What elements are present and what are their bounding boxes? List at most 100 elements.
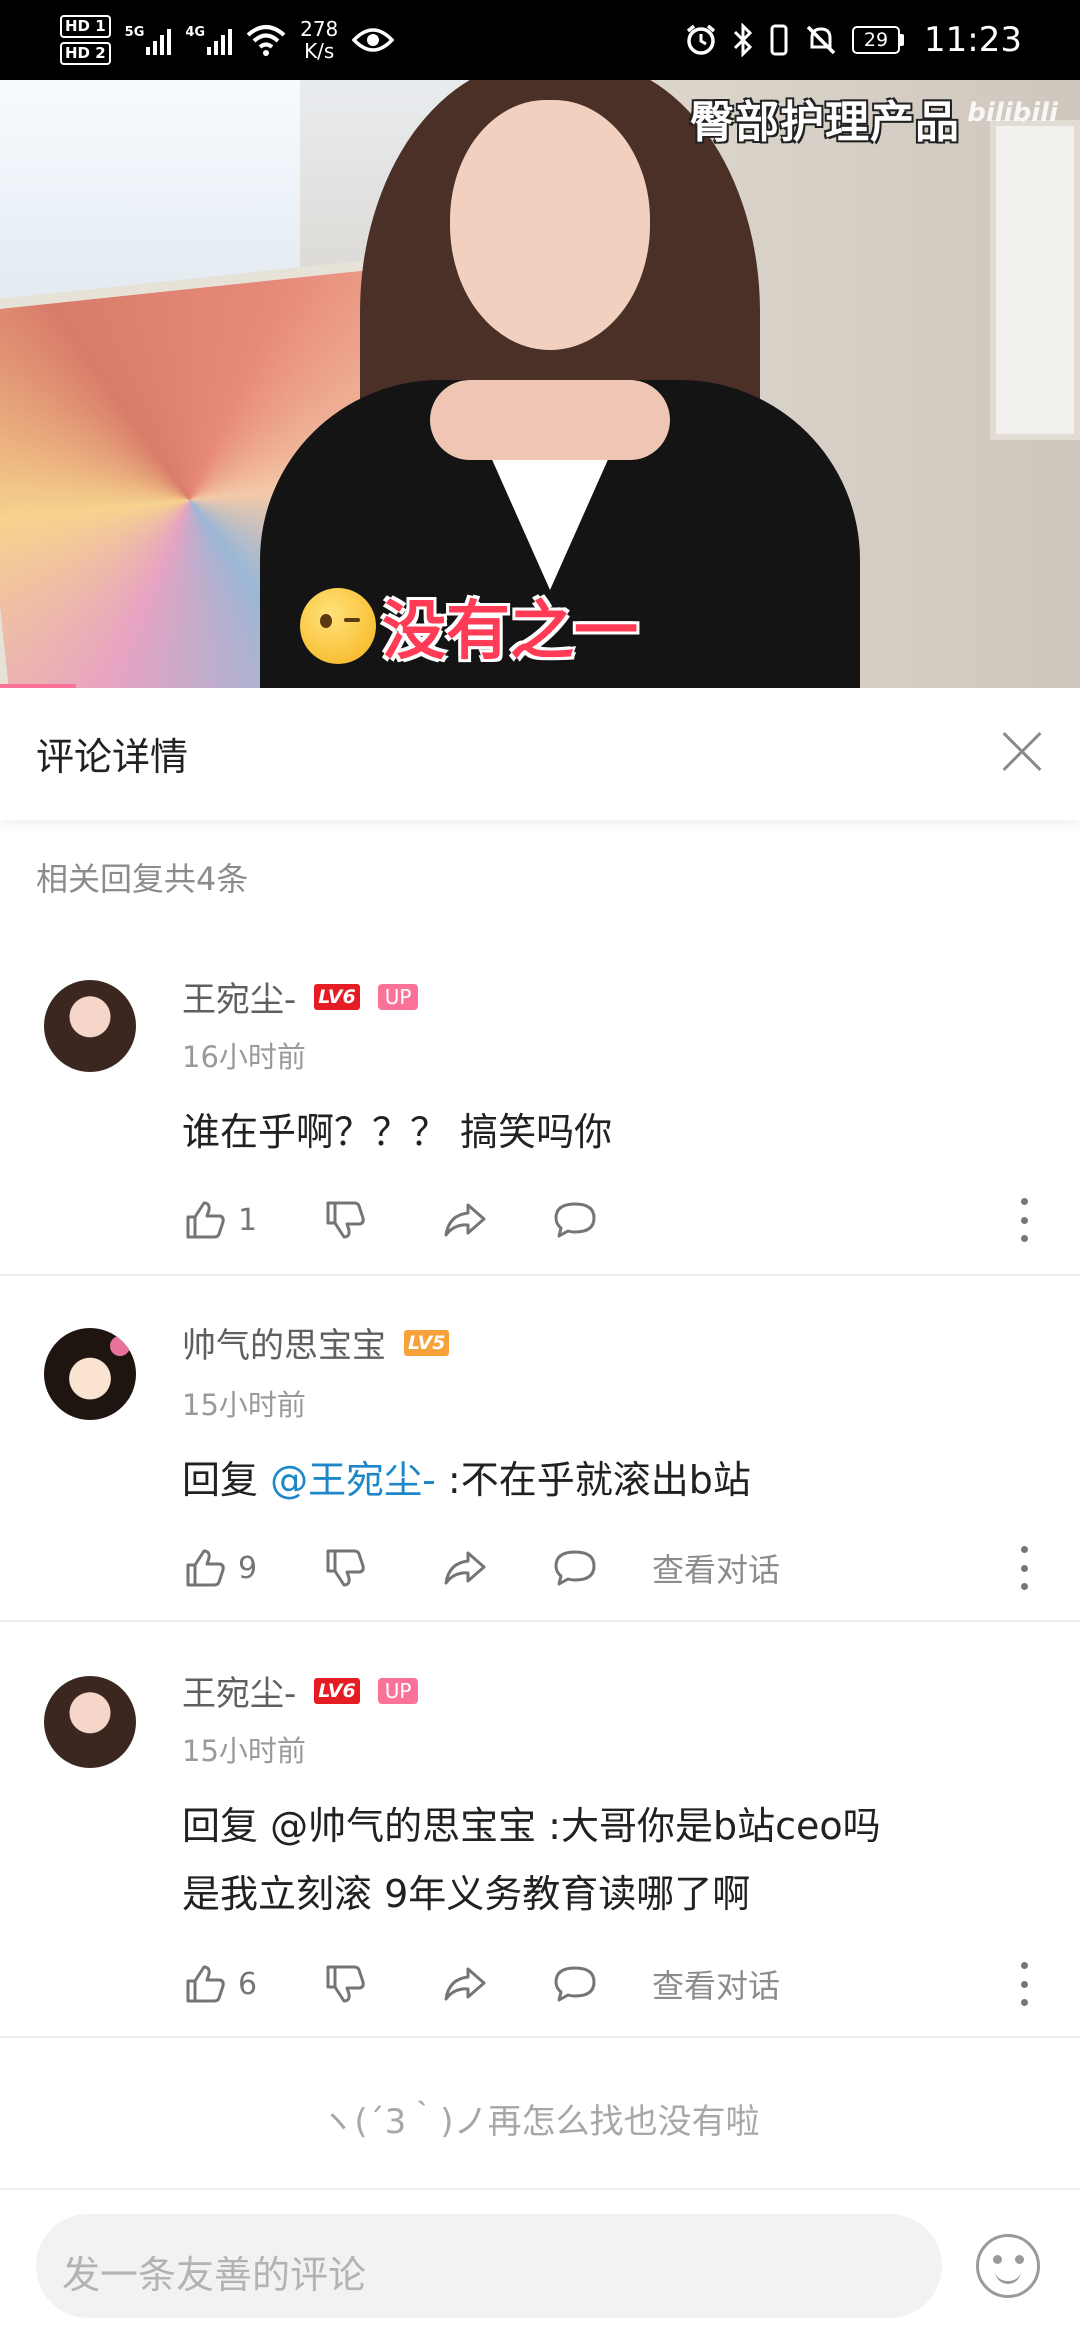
dislike-icon xyxy=(326,1549,365,1587)
comment-time: 16小时前 xyxy=(182,1040,306,1074)
comment-time: 15小时前 xyxy=(182,1388,306,1422)
share-button[interactable] xyxy=(442,1545,552,1591)
end-of-list-tip: ヽ(´3｀)ノ再怎么找也没有啦 xyxy=(320,2102,760,2142)
reply-prefix: 回复 xyxy=(182,1458,271,1502)
reply-button[interactable] xyxy=(552,1197,652,1243)
dislike-button[interactable] xyxy=(322,1545,442,1591)
comment-item: 帅气的思宝宝 LV5 15小时前 回复 @王宛尘- :不在乎就滚出b站 9 查看… xyxy=(0,1276,1080,1621)
video-caption-text: 没有之一 xyxy=(382,595,638,669)
comment-time: 15小时前 xyxy=(182,1734,306,1768)
more-icon[interactable] xyxy=(1020,1962,1028,2006)
vibrate-icon xyxy=(770,24,788,56)
comment-detail-header: 评论详情 xyxy=(0,688,1080,820)
dislike-button[interactable] xyxy=(322,1197,442,1243)
like-count: 9 xyxy=(238,1550,258,1586)
share-button[interactable] xyxy=(442,1961,552,2007)
network-speed: 278 K/s xyxy=(300,18,338,62)
reply-body: :不在乎就滚出b站 xyxy=(435,1458,751,1502)
username[interactable]: 帅气的思宝宝 xyxy=(182,1318,386,1367)
like-button[interactable]: 1 xyxy=(182,1197,322,1243)
dislike-icon xyxy=(326,1201,365,1239)
comment-text-line: 是我立刻滚 9年义务教育读哪了啊 xyxy=(182,1872,751,1916)
like-count: 1 xyxy=(238,1202,258,1238)
net1-label: 5G xyxy=(124,25,145,40)
more-icon[interactable] xyxy=(1020,1546,1028,1590)
comment-input-placeholder: 发一条友善的评论 xyxy=(62,2253,367,2297)
bilibili-watermark: bilibili xyxy=(967,98,1058,128)
clock: 11:23 xyxy=(924,20,1022,60)
alarm-icon xyxy=(686,24,716,55)
speed-unit: K/s xyxy=(304,39,335,63)
reply-icon xyxy=(554,1966,596,2002)
up-badge: UP xyxy=(377,983,419,1010)
signal-bars-icon xyxy=(207,25,233,55)
wifi-icon xyxy=(246,25,286,56)
reply-button[interactable] xyxy=(552,1961,652,2007)
comment-actions: 6 查看对话 xyxy=(182,1954,1080,2014)
comment-text: 谁在乎啊？？？ 搞笑吗你 xyxy=(182,1110,613,1154)
mention-link[interactable]: @王宛尘- xyxy=(270,1458,436,1502)
comment-input-bar: 发一条友善的评论 xyxy=(0,2188,1080,2340)
hd-indicators: HD 1 HD 2 xyxy=(60,15,111,65)
status-bar: HD 1 HD 2 5G 4G 278 K/s 29 11:23 xyxy=(0,0,1080,80)
signal-bars-icon xyxy=(146,25,172,55)
username[interactable]: 王宛尘- xyxy=(182,972,296,1021)
level-badge: LV5 xyxy=(404,1329,450,1356)
eye-icon xyxy=(352,28,395,52)
share-button[interactable] xyxy=(442,1197,552,1243)
avatar[interactable] xyxy=(44,1676,136,1768)
level-badge: LV6 xyxy=(314,1677,360,1704)
comment-name-row: 帅气的思宝宝 LV5 xyxy=(182,1318,450,1367)
video-bg-frame xyxy=(990,120,1080,440)
more-icon[interactable] xyxy=(1020,1198,1028,1242)
bluetooth-icon xyxy=(733,23,753,57)
avatar[interactable] xyxy=(44,980,136,1072)
hd1-badge: HD 1 xyxy=(60,15,111,38)
username[interactable]: 王宛尘- xyxy=(182,1666,296,1715)
video-caption: 没有之一 xyxy=(300,580,638,672)
battery-level: 29 xyxy=(852,26,901,54)
dislike-button[interactable] xyxy=(322,1961,442,2007)
close-icon[interactable] xyxy=(994,724,1050,780)
signal-5g: 5G xyxy=(125,25,172,55)
like-button[interactable]: 6 xyxy=(182,1961,322,2007)
up-badge: UP xyxy=(377,1677,419,1704)
view-conversation-link[interactable]: 查看对话 xyxy=(652,1545,780,1591)
like-button[interactable]: 9 xyxy=(182,1545,322,1591)
battery-icon: 29 xyxy=(852,26,905,54)
mute-icon xyxy=(806,25,836,55)
status-right: 29 11:23 xyxy=(684,0,1080,80)
comment-text: 回复 @帅气的思宝宝 :大哥你是b站ceo吗 是我立刻滚 9年义务教育读哪了啊 xyxy=(182,1792,1030,1928)
video-title-overlay: 臀部护理产品 xyxy=(690,97,960,148)
like-count: 6 xyxy=(238,1966,258,2002)
comment-input[interactable]: 发一条友善的评论 xyxy=(36,2214,942,2318)
view-conversation-link[interactable]: 查看对话 xyxy=(652,1961,780,2007)
level-badge: LV6 xyxy=(314,983,360,1010)
reply-icon xyxy=(554,1202,596,1238)
comment-text-line: 回复 @帅气的思宝宝 :大哥你是b站ceo吗 xyxy=(182,1804,881,1848)
reply-icon xyxy=(554,1550,596,1586)
comment-name-row: 王宛尘- LV6 UP xyxy=(182,972,419,1021)
like-icon xyxy=(186,1201,225,1239)
net2-label: 4G xyxy=(185,25,206,40)
video-player[interactable]: 臀部护理产品 bilibili 没有之一 xyxy=(0,80,1080,688)
share-icon xyxy=(444,1551,486,1585)
emoji-icon[interactable] xyxy=(976,2234,1040,2298)
comment-text: 回复 @王宛尘- :不在乎就滚出b站 xyxy=(182,1446,1030,1514)
dislike-icon xyxy=(326,1965,365,2003)
like-icon xyxy=(186,1965,225,2003)
comment-name-row: 王宛尘- LV6 UP xyxy=(182,1666,419,1715)
status-left: HD 1 HD 2 5G 4G 278 K/s xyxy=(60,12,395,68)
wink-emoji-icon xyxy=(300,588,376,664)
page-title: 评论详情 xyxy=(36,735,189,779)
comment-actions: 1 xyxy=(182,1190,1080,1250)
comment-actions: 9 查看对话 xyxy=(182,1538,1080,1598)
reply-button[interactable] xyxy=(552,1545,652,1591)
avatar[interactable] xyxy=(44,1328,136,1420)
share-icon xyxy=(444,1203,486,1237)
hd2-badge: HD 2 xyxy=(60,42,111,65)
share-icon xyxy=(444,1967,486,2001)
like-icon xyxy=(186,1549,225,1587)
signal-4g: 4G xyxy=(185,25,233,55)
comment-item: 王宛尘- LV6 UP 16小时前 谁在乎啊？？？ 搞笑吗你 1 xyxy=(0,940,1080,1280)
